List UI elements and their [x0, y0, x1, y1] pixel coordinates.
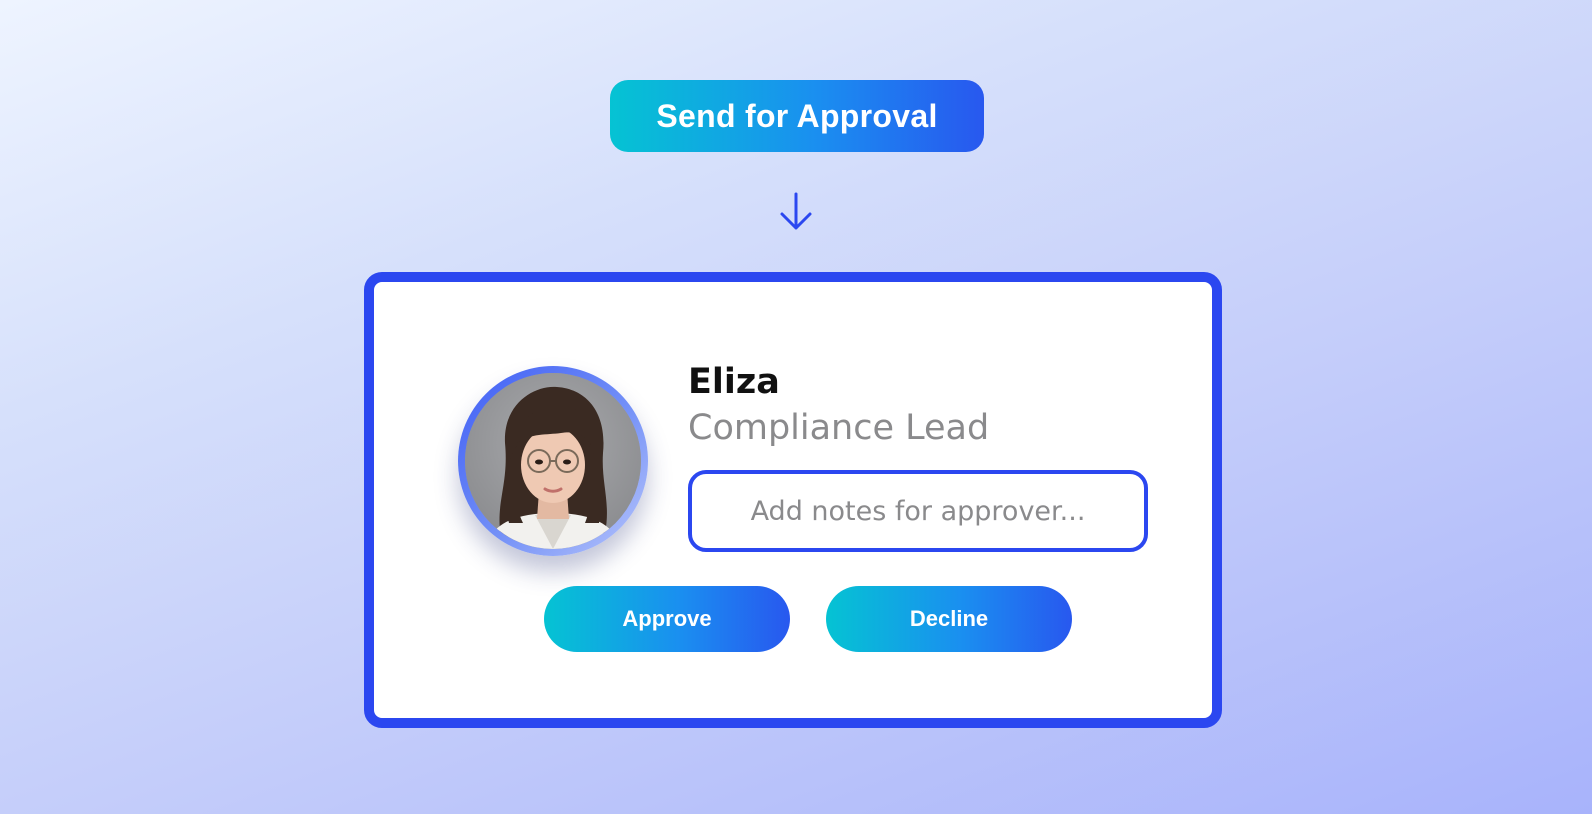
approval-card: Eliza Compliance Lead Approve Decline — [364, 272, 1222, 728]
approver-name: Eliza — [688, 362, 780, 402]
approver-notes-input[interactable] — [688, 470, 1148, 552]
approve-button[interactable]: Approve — [544, 586, 790, 652]
avatar — [458, 366, 648, 556]
approver-role: Compliance Lead — [688, 408, 990, 448]
decline-button[interactable]: Decline — [826, 586, 1072, 652]
avatar-photo — [465, 373, 641, 549]
arrow-down-icon — [780, 192, 812, 230]
send-for-approval-button[interactable]: Send for Approval — [610, 80, 984, 152]
